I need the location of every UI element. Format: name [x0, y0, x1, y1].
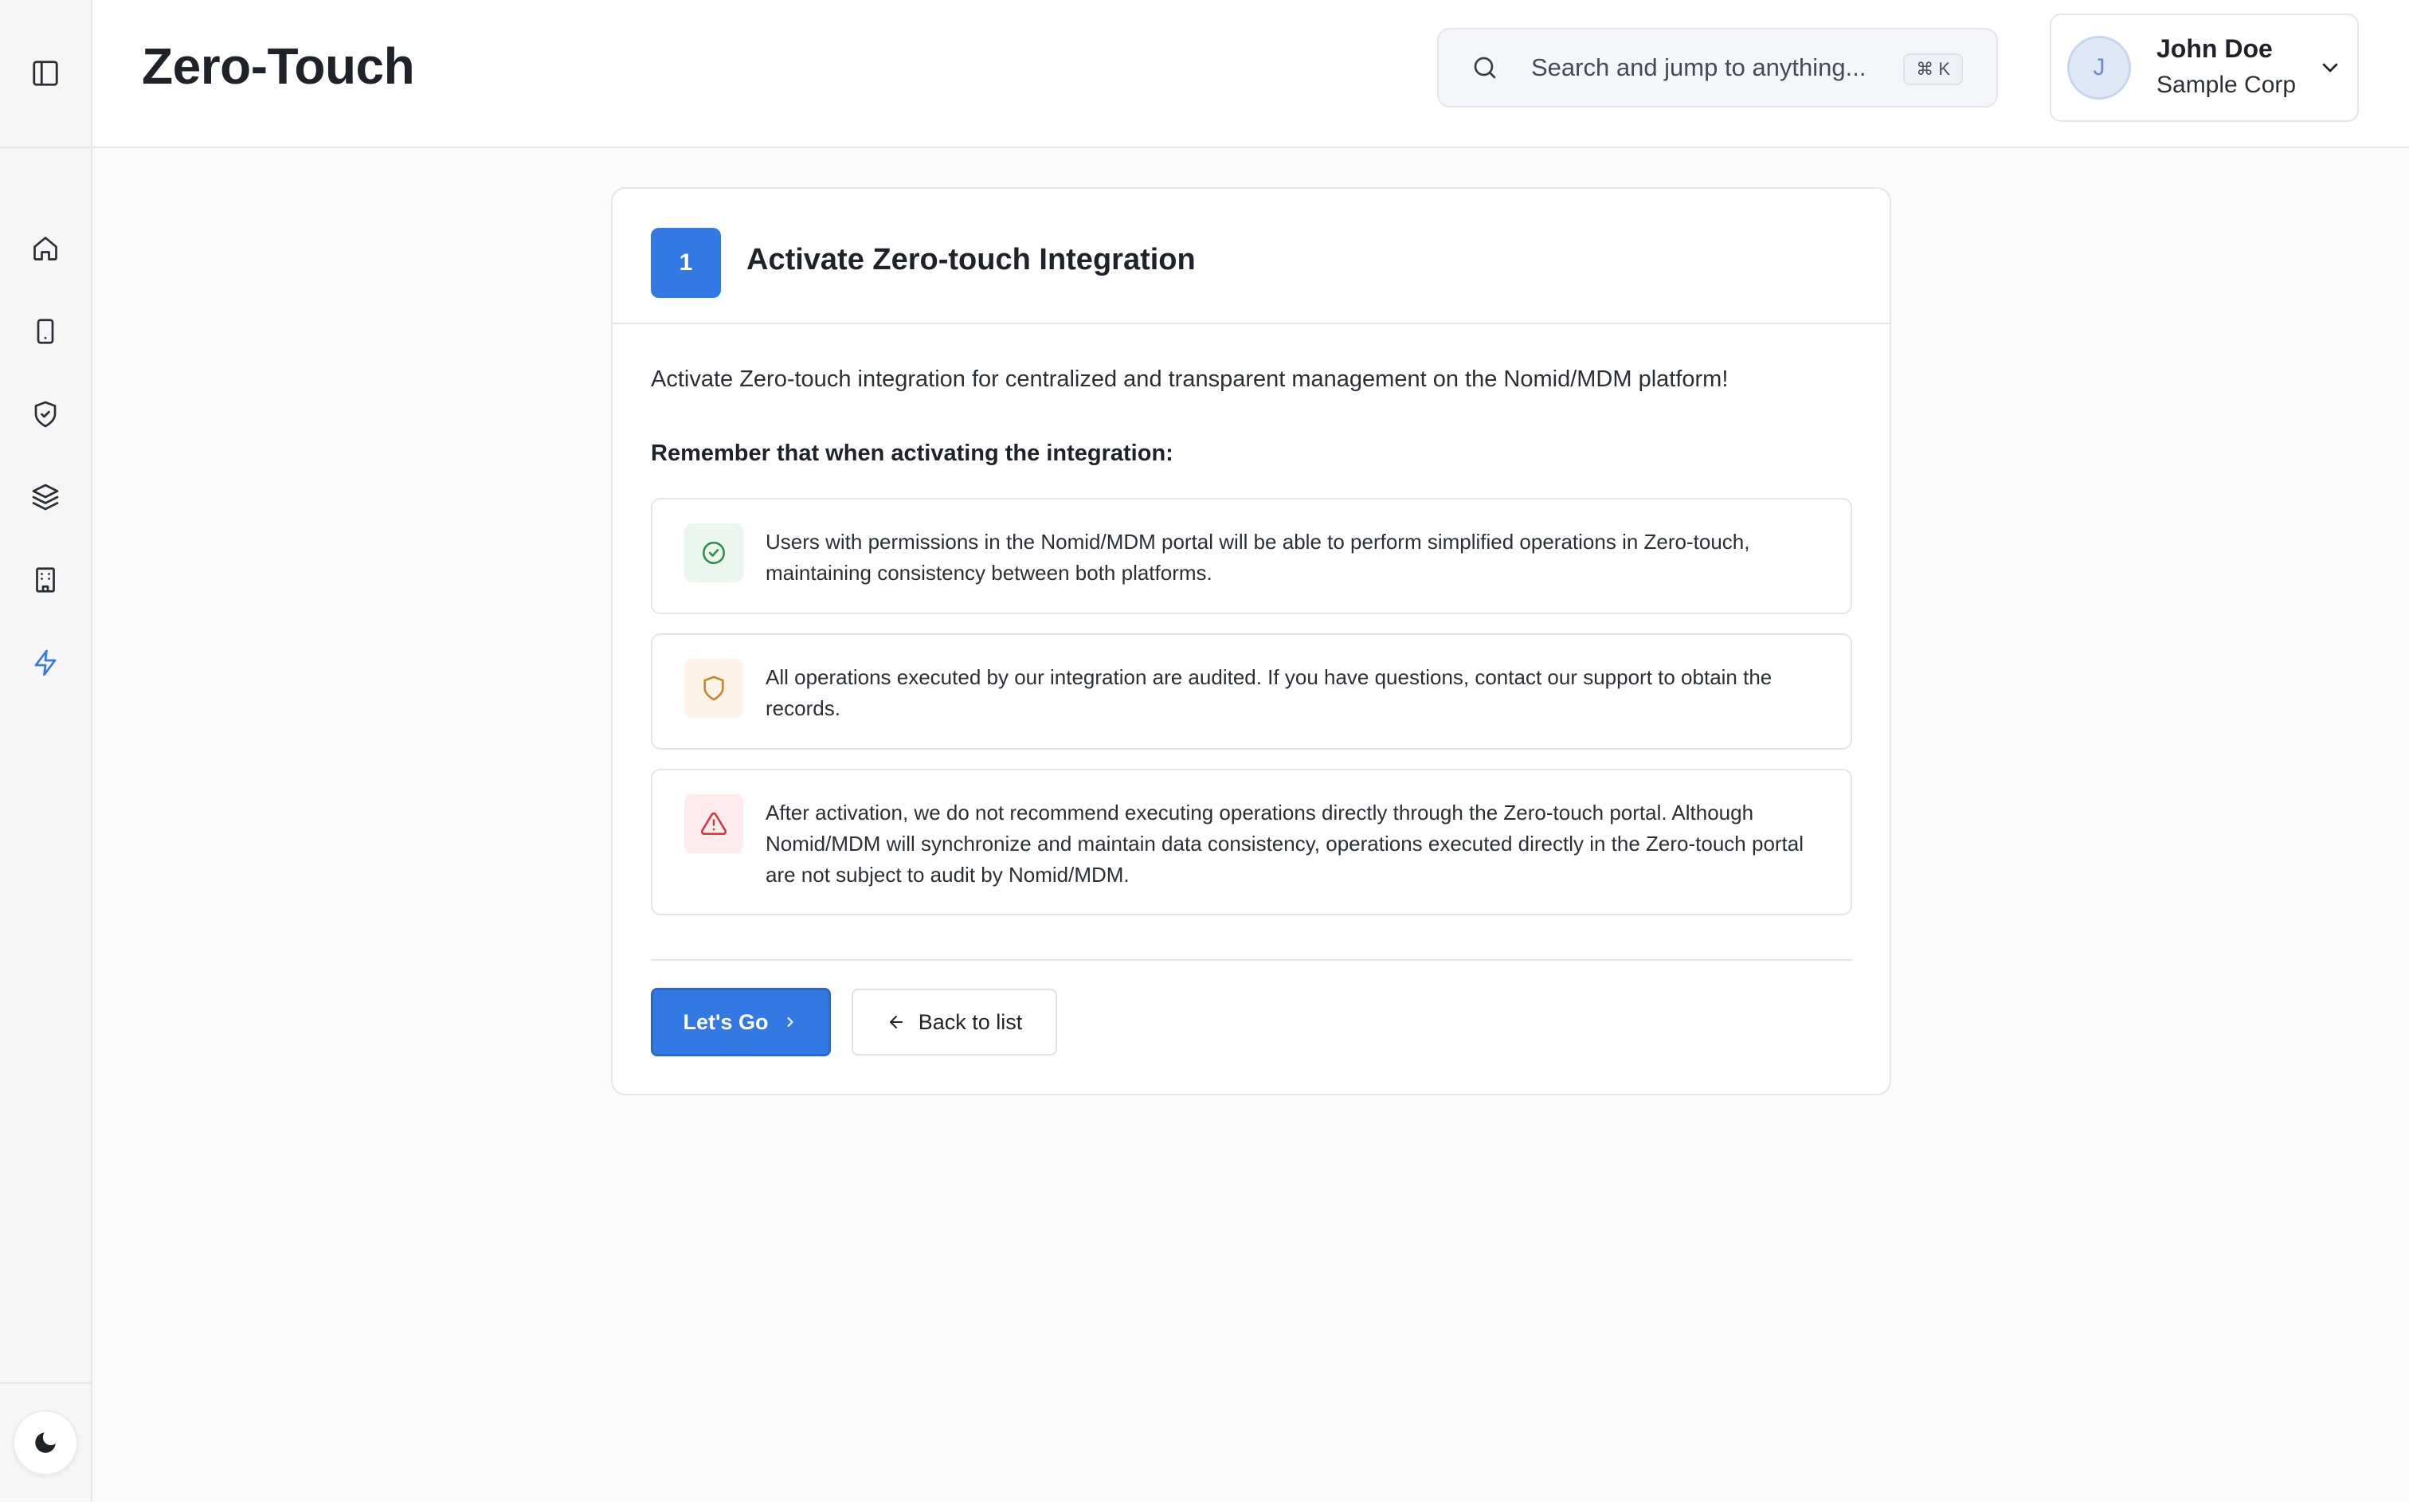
sidebar-item-devices[interactable]	[17, 303, 74, 360]
notice-icon-box	[684, 659, 743, 718]
integration-card: 1 Activate Zero-touch Integration Activa…	[611, 187, 1891, 1095]
lightning-icon	[34, 649, 57, 676]
step-number-badge: 1	[651, 228, 721, 298]
sidebar-toggle-icon[interactable]	[30, 58, 61, 88]
intro-text: Activate Zero-touch integration for cent…	[651, 366, 1729, 392]
chevron-right-icon	[787, 1017, 793, 1027]
notice-permissions: Users with permissions in the Nomid/MDM …	[651, 498, 1852, 614]
top-header: Zero-Touch Search and jump to anything..…	[92, 0, 2409, 148]
user-organization: Sample Corp	[2156, 72, 2297, 98]
notice-text: After activation, we do not recommend ex…	[766, 801, 1804, 887]
notice-icon-box	[684, 523, 743, 582]
sidebar-item-home[interactable]	[17, 220, 74, 277]
sidebar	[0, 0, 92, 1502]
sidebar-header	[0, 0, 91, 148]
tablet-icon	[37, 319, 54, 344]
theme-toggle-button[interactable]	[13, 1410, 78, 1475]
card-header: 1 Activate Zero-touch Integration	[613, 189, 1890, 324]
back-to-list-button[interactable]: Back to list	[852, 989, 1057, 1056]
avatar: J	[2067, 36, 2131, 100]
user-name: John Doe	[2156, 34, 2273, 63]
chevron-down-icon	[2322, 63, 2338, 72]
notice-text: All operations executed by our integrati…	[766, 665, 1772, 720]
notice-audit: All operations executed by our integrati…	[651, 633, 1852, 750]
sidebar-nav	[0, 148, 91, 717]
search-input[interactable]: Search and jump to anything... ⌘ K	[1437, 28, 1998, 108]
home-icon	[33, 237, 57, 260]
moon-icon	[35, 1432, 56, 1453]
sidebar-item-zero-touch[interactable]	[17, 634, 74, 691]
sidebar-item-layers[interactable]	[17, 468, 74, 526]
divider	[651, 959, 1852, 961]
notice-warning: After activation, we do not recommend ex…	[651, 769, 1852, 915]
keyboard-shortcut-badge: ⌘ K	[1903, 53, 1963, 85]
remember-heading: Remember that when activating the integr…	[651, 441, 1173, 466]
user-menu-button[interactable]: J John Doe Sample Corp	[2050, 14, 2359, 122]
lets-go-button[interactable]: Let's Go	[651, 988, 831, 1056]
app-root: Zero-Touch Search and jump to anything..…	[0, 0, 2409, 1502]
notice-icon-box	[684, 794, 743, 853]
shield-check-icon	[34, 401, 57, 428]
shield-icon	[703, 676, 724, 701]
bottom-edge	[0, 1502, 2409, 1512]
check-circle-icon	[702, 541, 726, 565]
page-title: Zero-Touch	[142, 37, 415, 95]
sidebar-item-organization[interactable]	[17, 551, 74, 609]
back-to-list-label: Back to list	[918, 1009, 1023, 1034]
layers-icon	[32, 484, 59, 511]
sidebar-item-security[interactable]	[17, 386, 74, 443]
sidebar-footer	[0, 1382, 91, 1502]
warning-triangle-icon	[700, 812, 727, 836]
building-icon	[36, 567, 55, 593]
arrow-left-icon	[889, 1016, 903, 1028]
search-icon	[1474, 57, 1496, 79]
notice-text: Users with permissions in the Nomid/MDM …	[766, 530, 1750, 585]
card-title: Activate Zero-touch Integration	[746, 243, 1196, 276]
search-placeholder: Search and jump to anything...	[1531, 53, 1866, 81]
lets-go-label: Let's Go	[683, 1009, 769, 1034]
